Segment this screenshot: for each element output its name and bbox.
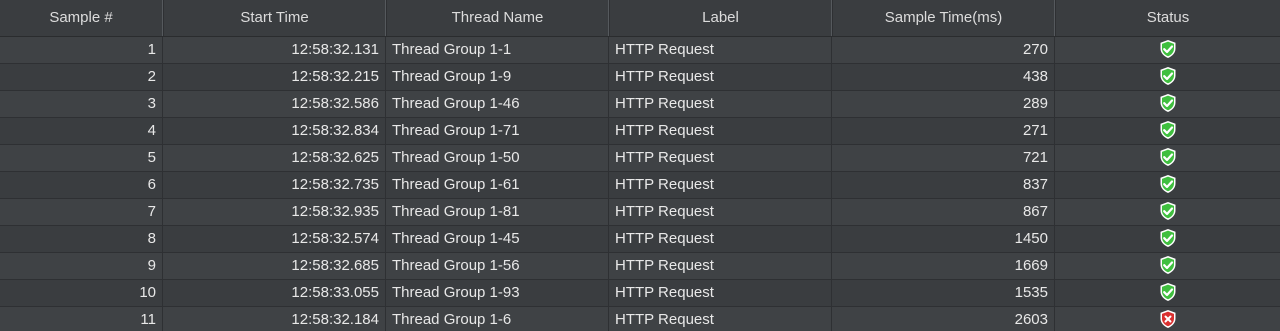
- sample-cell: 1: [0, 37, 163, 63]
- status-cell: [1055, 307, 1280, 331]
- table-header: Sample # Start Time Thread Name Label Sa…: [0, 0, 1280, 37]
- thread-name-cell: Thread Group 1-56: [386, 253, 609, 279]
- column-header-label[interactable]: Label: [609, 0, 832, 36]
- success-shield-icon: [1159, 201, 1177, 221]
- success-shield-icon: [1159, 39, 1177, 59]
- start-time-cell: 12:58:32.625: [163, 145, 386, 171]
- label-cell: HTTP Request: [609, 37, 832, 63]
- thread-name-cell: Thread Group 1-1: [386, 37, 609, 63]
- label-cell: HTTP Request: [609, 91, 832, 117]
- sample-cell: 9: [0, 253, 163, 279]
- start-time-cell: 12:58:32.131: [163, 37, 386, 63]
- label-cell: HTTP Request: [609, 172, 832, 198]
- label-cell: HTTP Request: [609, 64, 832, 90]
- status-cell: [1055, 145, 1280, 171]
- sample-cell: 5: [0, 145, 163, 171]
- start-time-cell: 12:58:32.586: [163, 91, 386, 117]
- start-time-cell: 12:58:32.735: [163, 172, 386, 198]
- start-time-cell: 12:58:33.055: [163, 280, 386, 306]
- sample-cell: 10: [0, 280, 163, 306]
- sample-cell: 7: [0, 199, 163, 225]
- table-row[interactable]: 2 12:58:32.215 Thread Group 1-9 HTTP Reques…: [0, 64, 1280, 91]
- success-shield-icon: [1159, 174, 1177, 194]
- error-shield-icon: [1159, 309, 1177, 329]
- table-row[interactable]: 9 12:58:32.685 Thread Group 1-56 HTTP Reque…: [0, 253, 1280, 280]
- table-row[interactable]: 1 12:58:32.131 Thread Group 1-1 HTTP Reques…: [0, 37, 1280, 64]
- start-time-cell: 12:58:32.834: [163, 118, 386, 144]
- success-shield-icon: [1159, 120, 1177, 140]
- table-row[interactable]: 8 12:58:32.574 Thread Group 1-45 HTTP Reque…: [0, 226, 1280, 253]
- sample-time-cell: 270: [832, 37, 1055, 63]
- start-time-cell: 12:58:32.184: [163, 307, 386, 331]
- thread-name-cell: Thread Group 1-46: [386, 91, 609, 117]
- table-row[interactable]: 3 12:58:32.586 Thread Group 1-46 HTTP Reque…: [0, 91, 1280, 118]
- sample-cell: 3: [0, 91, 163, 117]
- label-cell: HTTP Request: [609, 307, 832, 331]
- thread-name-cell: Thread Group 1-9: [386, 64, 609, 90]
- table-row[interactable]: 10 12:58:33.055 Thread Group 1-93 HTTP Requ…: [0, 280, 1280, 307]
- sample-cell: 6: [0, 172, 163, 198]
- table-row[interactable]: 4 12:58:32.834 Thread Group 1-71 HTTP Reque…: [0, 118, 1280, 145]
- table-body: 1 12:58:32.131 Thread Group 1-1 HTTP Reques…: [0, 37, 1280, 331]
- success-shield-icon: [1159, 93, 1177, 113]
- column-header-start-time[interactable]: Start Time: [163, 0, 386, 36]
- sample-time-cell: 1450: [832, 226, 1055, 252]
- table-row[interactable]: 11 12:58:32.184 Thread Group 1-6 HTTP Reque…: [0, 307, 1280, 331]
- sample-time-cell: 271: [832, 118, 1055, 144]
- status-cell: [1055, 172, 1280, 198]
- label-cell: HTTP Request: [609, 199, 832, 225]
- thread-name-cell: Thread Group 1-81: [386, 199, 609, 225]
- start-time-cell: 12:58:32.574: [163, 226, 386, 252]
- thread-name-cell: Thread Group 1-61: [386, 172, 609, 198]
- table-row[interactable]: 6 12:58:32.735 Thread Group 1-61 HTTP Reque…: [0, 172, 1280, 199]
- success-shield-icon: [1159, 255, 1177, 275]
- success-shield-icon: [1159, 147, 1177, 167]
- status-cell: [1055, 91, 1280, 117]
- sample-time-cell: 289: [832, 91, 1055, 117]
- sample-time-cell: 2603: [832, 307, 1055, 331]
- start-time-cell: 12:58:32.935: [163, 199, 386, 225]
- start-time-cell: 12:58:32.685: [163, 253, 386, 279]
- thread-name-cell: Thread Group 1-71: [386, 118, 609, 144]
- column-header-sample-time[interactable]: Sample Time(ms): [832, 0, 1055, 36]
- status-cell: [1055, 199, 1280, 225]
- label-cell: HTTP Request: [609, 118, 832, 144]
- thread-name-cell: Thread Group 1-6: [386, 307, 609, 331]
- thread-name-cell: Thread Group 1-45: [386, 226, 609, 252]
- status-cell: [1055, 64, 1280, 90]
- column-header-thread-name[interactable]: Thread Name: [386, 0, 609, 36]
- sample-cell: 8: [0, 226, 163, 252]
- sample-cell: 4: [0, 118, 163, 144]
- success-shield-icon: [1159, 282, 1177, 302]
- results-table: Sample # Start Time Thread Name Label Sa…: [0, 0, 1280, 331]
- table-row[interactable]: 5 12:58:32.625 Thread Group 1-50 HTTP Reque…: [0, 145, 1280, 172]
- column-header-sample[interactable]: Sample #: [0, 0, 163, 36]
- status-cell: [1055, 118, 1280, 144]
- column-header-status[interactable]: Status: [1055, 0, 1280, 36]
- sample-time-cell: 1669: [832, 253, 1055, 279]
- thread-name-cell: Thread Group 1-93: [386, 280, 609, 306]
- success-shield-icon: [1159, 66, 1177, 86]
- sample-time-cell: 837: [832, 172, 1055, 198]
- sample-time-cell: 438: [832, 64, 1055, 90]
- sample-cell: 11: [0, 307, 163, 331]
- sample-time-cell: 721: [832, 145, 1055, 171]
- thread-name-cell: Thread Group 1-50: [386, 145, 609, 171]
- sample-cell: 2: [0, 64, 163, 90]
- sample-time-cell: 867: [832, 199, 1055, 225]
- label-cell: HTTP Request: [609, 280, 832, 306]
- success-shield-icon: [1159, 228, 1177, 248]
- label-cell: HTTP Request: [609, 226, 832, 252]
- status-cell: [1055, 253, 1280, 279]
- start-time-cell: 12:58:32.215: [163, 64, 386, 90]
- table-row[interactable]: 7 12:58:32.935 Thread Group 1-81 HTTP Reque…: [0, 199, 1280, 226]
- status-cell: [1055, 280, 1280, 306]
- status-cell: [1055, 226, 1280, 252]
- sample-time-cell: 1535: [832, 280, 1055, 306]
- label-cell: HTTP Request: [609, 253, 832, 279]
- label-cell: HTTP Request: [609, 145, 832, 171]
- status-cell: [1055, 37, 1280, 63]
